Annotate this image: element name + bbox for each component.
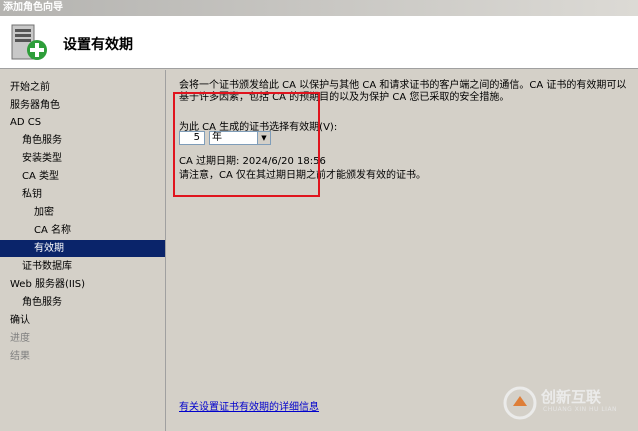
validity-help-link[interactable]: 有关设置证书有效期的详细信息 bbox=[179, 398, 319, 413]
step-results: 结果 bbox=[10, 351, 30, 362]
window-title: 添加角色向导 bbox=[3, 2, 63, 13]
watermark-logo: 创新互联 CHUANG XIN HU LIAN bbox=[503, 384, 633, 424]
wizard-header: 设置有效期 bbox=[0, 16, 638, 69]
step-ad-cs[interactable]: AD CS bbox=[10, 114, 41, 131]
step-before-you-begin[interactable]: 开始之前 bbox=[10, 79, 50, 96]
step-web-server-iis[interactable]: Web 服务器(IIS) bbox=[10, 276, 85, 293]
server-add-icon bbox=[11, 24, 47, 60]
step-server-roles[interactable]: 服务器角色 bbox=[10, 97, 60, 114]
step-iis-role-services[interactable]: 角色服务 bbox=[22, 294, 62, 311]
step-validity-period[interactable]: 有效期 bbox=[0, 240, 165, 257]
step-ca-type[interactable]: CA 类型 bbox=[22, 168, 59, 185]
step-ca-name[interactable]: CA 名称 bbox=[34, 222, 71, 239]
step-certificate-database[interactable]: 证书数据库 bbox=[22, 258, 72, 275]
validity-value-input[interactable]: 5 bbox=[179, 131, 205, 145]
step-cryptography[interactable]: 加密 bbox=[34, 204, 54, 221]
validity-unit-value: 年 bbox=[212, 132, 222, 143]
intro-text: 会将一个证书颁发给此 CA 以保护与其他 CA 和请求证书的客户端之间的通信。C… bbox=[179, 80, 627, 103]
step-private-key[interactable]: 私钥 bbox=[22, 186, 42, 203]
validity-note: 请注意，CA 仅在其过期日期之前才能颁发有效的证书。 bbox=[179, 170, 427, 181]
wizard-steps-sidebar: 开始之前 服务器角色 AD CS 角色服务 安装类型 CA 类型 私钥 加密 C… bbox=[0, 70, 166, 431]
step-confirmation[interactable]: 确认 bbox=[10, 312, 30, 329]
watermark-text: 创新互联 bbox=[541, 388, 602, 406]
step-role-services[interactable]: 角色服务 bbox=[22, 132, 62, 149]
watermark-subtext: CHUANG XIN HU LIAN bbox=[543, 406, 618, 413]
page-title: 设置有效期 bbox=[63, 37, 133, 53]
step-validity-period-label: 有效期 bbox=[34, 243, 64, 254]
window-title-bar: 添加角色向导 bbox=[0, 0, 638, 16]
step-setup-type[interactable]: 安装类型 bbox=[22, 150, 62, 167]
chevron-down-icon[interactable]: ▼ bbox=[257, 132, 270, 144]
step-progress: 进度 bbox=[10, 333, 30, 344]
validity-unit-select[interactable]: 年 ▼ bbox=[209, 131, 271, 145]
wizard-content: 会将一个证书颁发给此 CA 以保护与其他 CA 和请求证书的客户端之间的通信。C… bbox=[167, 70, 638, 431]
ca-expiration-date: CA 过期日期: 2024/6/20 18:56 bbox=[179, 156, 326, 167]
watermark-logo-icon bbox=[503, 386, 537, 420]
